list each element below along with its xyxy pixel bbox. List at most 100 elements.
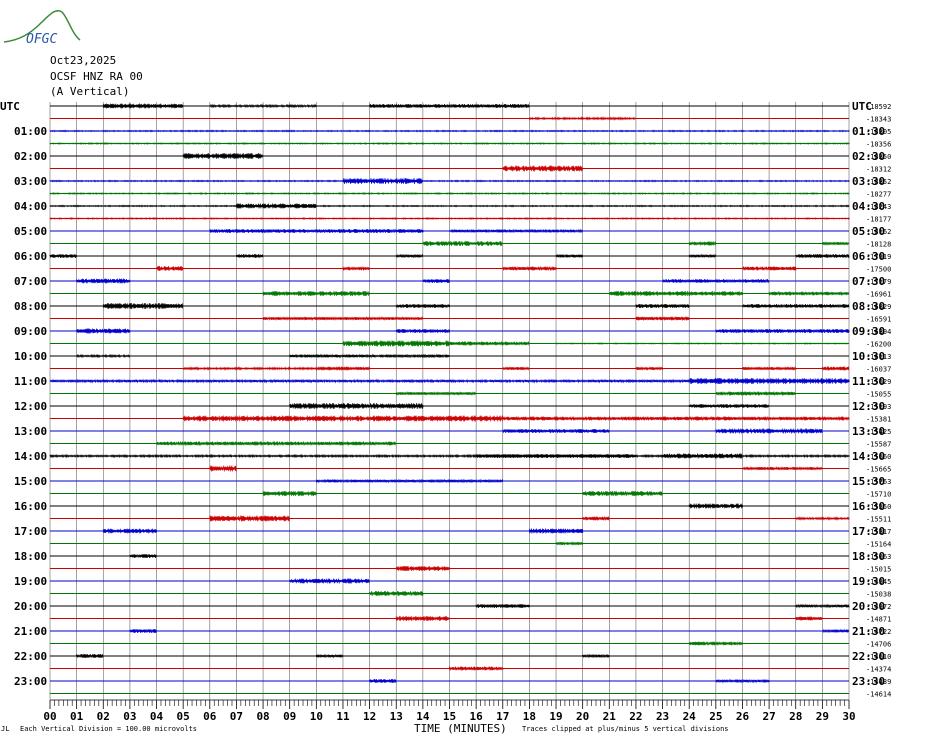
right-hour-label-22: 22:30 xyxy=(852,650,885,663)
trace-burst-46-1 xyxy=(715,678,770,684)
left-hour-label-19: 19:00 xyxy=(14,575,47,588)
right-hour-label-12: 12:30 xyxy=(852,400,885,413)
helicorder-plot: -18592-18343-18305-18356-18350-18312-183… xyxy=(0,100,891,723)
x-tick-label-6: 06 xyxy=(203,710,217,723)
right-hour-label-8: 08:30 xyxy=(852,300,885,313)
trace-burst-24-1 xyxy=(688,403,770,409)
trace-burst-23-0 xyxy=(395,391,477,396)
right-hour-label-0: UTC xyxy=(852,100,872,113)
trace-burst-21-5 xyxy=(822,366,850,371)
trace-burst-20-1 xyxy=(289,353,450,359)
trace-burst-15-1 xyxy=(608,290,744,297)
x-tick-label-18: 18 xyxy=(523,710,536,723)
trace-burst-5-0 xyxy=(502,165,583,172)
right-hour-label-13: 13:30 xyxy=(852,425,885,438)
x-tick-label-3: 03 xyxy=(123,710,136,723)
left-hour-label-14: 14:00 xyxy=(14,450,47,463)
trace-offset-label-9: -18177 xyxy=(866,216,891,224)
left-hour-label-7: 07:00 xyxy=(14,275,47,288)
trace-offset-label-1: -18343 xyxy=(866,116,891,124)
left-hour-label-6: 06:00 xyxy=(14,250,47,263)
left-hour-label-11: 11:00 xyxy=(14,375,47,388)
x-tick-label-30: 30 xyxy=(842,710,855,723)
x-tick-label-9: 09 xyxy=(283,710,296,723)
trace-offset-label-33: -15511 xyxy=(866,516,891,524)
x-tick-label-2: 02 xyxy=(97,710,110,723)
trace-offset-label-5: -18312 xyxy=(866,166,891,174)
right-hour-label-9: 09:30 xyxy=(852,325,885,338)
x-tick-label-7: 07 xyxy=(230,710,243,723)
x-tick-label-13: 13 xyxy=(390,710,403,723)
left-hour-label-17: 17:00 xyxy=(14,525,47,538)
trace-burst-15-2 xyxy=(768,291,849,296)
trace-offset-label-11: -18128 xyxy=(866,241,891,249)
trace-burst-16-3 xyxy=(742,303,850,309)
left-hour-label-15: 15:00 xyxy=(14,475,47,488)
x-tick-label-29: 29 xyxy=(816,710,829,723)
left-hour-label-9: 09:00 xyxy=(14,325,47,338)
trace-burst-38-0 xyxy=(289,578,370,584)
trace-burst-24-0 xyxy=(289,402,424,410)
right-hour-label-3: 03:30 xyxy=(852,175,885,188)
trace-burst-29-0 xyxy=(209,465,237,472)
trace-offset-label-43: -14706 xyxy=(866,641,891,649)
right-hour-label-16: 16:30 xyxy=(852,500,885,513)
x-tick-label-27: 27 xyxy=(762,710,775,723)
trace-offset-label-7: -18277 xyxy=(866,191,891,199)
trace-burst-42-1 xyxy=(822,628,850,634)
trace-offset-label-25: -15381 xyxy=(866,416,891,424)
left-hour-label-5: 05:00 xyxy=(14,225,47,238)
right-hour-label-14: 14:30 xyxy=(852,450,885,463)
right-hour-label-5: 05:30 xyxy=(852,225,885,238)
trace-burst-21-2 xyxy=(502,366,530,371)
left-hour-label-8: 08:00 xyxy=(14,300,47,313)
left-hour-label-16: 16:00 xyxy=(14,500,47,513)
x-tick-label-26: 26 xyxy=(736,710,750,723)
trace-burst-12-4 xyxy=(688,253,717,259)
trace-burst-21-3 xyxy=(635,366,663,371)
x-tick-label-11: 11 xyxy=(336,710,350,723)
x-axis-title: TIME (MINUTES) xyxy=(414,722,507,735)
trace-burst-13-3 xyxy=(742,266,797,271)
trace-burst-35-0 xyxy=(555,541,583,546)
trace-burst-30-0 xyxy=(315,478,504,484)
trace-offset-label-37: -15015 xyxy=(866,566,891,574)
left-hour-label-10: 10:00 xyxy=(14,350,47,363)
right-hour-label-17: 17:30 xyxy=(852,525,885,538)
trace-offset-label-17: -16591 xyxy=(866,316,891,324)
x-tick-label-19: 19 xyxy=(549,710,562,723)
trace-burst-36-0 xyxy=(129,554,157,559)
trace-offset-label-31: -15710 xyxy=(866,491,891,499)
trace-burst-14-2 xyxy=(662,278,770,284)
trace-burst-12-2 xyxy=(395,253,424,259)
trace-offset-label-23: -15055 xyxy=(866,391,891,399)
trace-offset-label-13: -17500 xyxy=(866,266,891,274)
left-hour-label-21: 21:00 xyxy=(14,625,47,638)
left-hour-label-13: 13:00 xyxy=(14,425,47,438)
left-hour-label-4: 04:00 xyxy=(14,200,47,213)
x-tick-label-28: 28 xyxy=(789,710,802,723)
trace-burst-23-1 xyxy=(715,391,796,396)
trace-burst-4-0 xyxy=(182,152,264,160)
trace-burst-33-0 xyxy=(209,515,290,522)
trace-offset-label-45: -14374 xyxy=(866,666,891,674)
right-hour-label-19: 19:30 xyxy=(852,575,885,588)
trace-burst-33-1 xyxy=(582,516,610,521)
right-hour-label-7: 07:30 xyxy=(852,275,885,288)
clip-note: Traces clipped at plus/minus 5 vertical … xyxy=(522,725,729,733)
trace-burst-28-2 xyxy=(662,453,743,459)
trace-burst-11-1 xyxy=(688,241,717,246)
trace-offset-label-39: -15038 xyxy=(866,591,891,599)
x-tick-label-10: 10 xyxy=(310,710,323,723)
trace-burst-12-1 xyxy=(236,253,264,259)
trace-burst-25-1 xyxy=(502,416,850,421)
trace-burst-41-1 xyxy=(795,616,823,621)
left-hour-label-18: 18:00 xyxy=(14,550,47,563)
trace-burst-18-2 xyxy=(715,328,850,334)
right-hour-label-1: 01:30 xyxy=(852,125,885,138)
trace-burst-29-1 xyxy=(742,466,823,471)
trace-offset-label-47: -14614 xyxy=(866,691,891,699)
trace-burst-0-0 xyxy=(102,103,184,109)
trace-burst-44-1 xyxy=(315,653,344,659)
trace-offset-label-41: -14871 xyxy=(866,616,891,624)
